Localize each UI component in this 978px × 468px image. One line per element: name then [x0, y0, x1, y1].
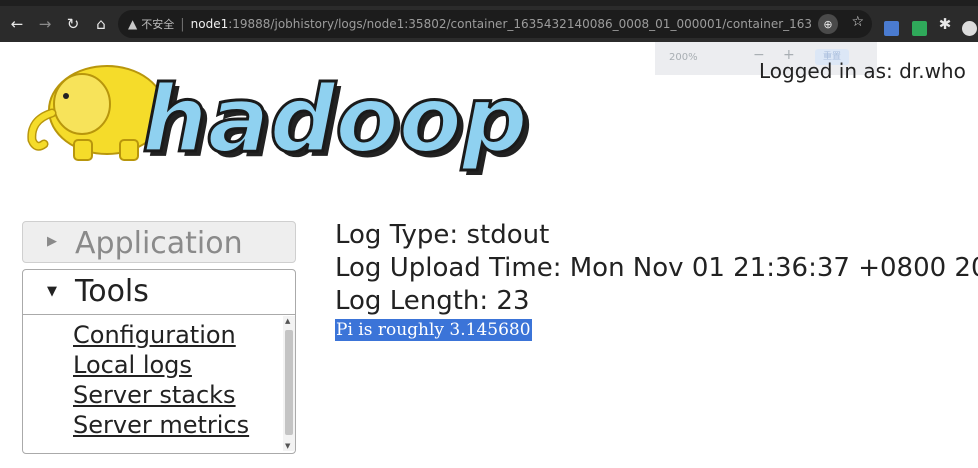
extensions-puzzle-icon[interactable]: ✱	[934, 13, 956, 35]
insecure-label: 不安全	[141, 18, 175, 31]
tools-scrollbar[interactable]: ▲ ▼	[283, 316, 295, 451]
back-arrow-icon[interactable]: ←	[6, 13, 28, 35]
green-extension-icon[interactable]	[912, 21, 927, 36]
tools-link-server-stacks[interactable]: Server stacks	[73, 380, 249, 410]
address-bar[interactable]: ▲ 不安全 | node1:19888/jobhistory/logs/node…	[118, 10, 872, 38]
divider: |	[180, 16, 185, 32]
forward-arrow-icon[interactable]: →	[34, 13, 56, 35]
translate-extension-icon[interactable]	[884, 21, 899, 36]
tools-list: Configuration Local logs Server stacks S…	[73, 320, 249, 440]
scroll-down-arrow-icon[interactable]: ▼	[285, 442, 290, 450]
collapsed-triangle-icon: ▶	[47, 234, 57, 249]
profile-avatar-icon[interactable]	[962, 21, 977, 36]
tools-section: ▼ Tools Configuration Local logs Server …	[22, 269, 296, 454]
url-host: node1	[190, 17, 229, 31]
logo-text: hadoop	[142, 66, 528, 173]
bookmark-star-icon[interactable]: ☆	[851, 14, 864, 30]
zoom-level: 200%	[669, 52, 698, 63]
warning-icon: ▲	[128, 17, 138, 31]
tools-heading[interactable]: Tools	[75, 274, 149, 309]
application-section[interactable]: ▶ Application	[22, 221, 296, 263]
browser-toolbar: ← → ↻ ⌂ ▲ 不安全 | node1:19888/jobhistory/l…	[0, 6, 978, 42]
tools-link-local-logs[interactable]: Local logs	[73, 350, 249, 380]
log-length: Log Length: 23	[335, 286, 530, 316]
tools-link-server-metrics[interactable]: Server metrics	[73, 410, 249, 440]
reload-icon[interactable]: ↻	[62, 13, 84, 35]
home-icon[interactable]: ⌂	[90, 13, 112, 35]
zoom-magnifier-icon[interactable]: ⊕	[818, 14, 838, 34]
scrollbar-thumb[interactable]	[285, 330, 293, 435]
url-path: :19888/jobhistory/logs/node1:35802/conta…	[228, 17, 811, 31]
log-content: Log Type: stdout Log Upload Time: Mon No…	[335, 219, 978, 341]
hadoop-logo: hadoop hadoop	[27, 65, 533, 178]
login-status: Logged in as: dr.who	[759, 59, 966, 83]
log-upload-time: Log Upload Time: Mon Nov 01 21:36:37 +08…	[335, 253, 978, 283]
tools-link-configuration[interactable]: Configuration	[73, 320, 249, 350]
application-heading[interactable]: Application	[75, 226, 243, 261]
log-type: Log Type: stdout	[335, 220, 550, 250]
tools-header[interactable]: ▼ Tools	[23, 270, 295, 315]
url-text[interactable]: node1:19888/jobhistory/logs/node1:35802/…	[191, 17, 811, 31]
scroll-up-arrow-icon[interactable]: ▲	[285, 317, 290, 325]
log-output-selected[interactable]: Pi is roughly 3.145680	[335, 319, 532, 341]
expanded-triangle-icon: ▼	[47, 284, 57, 299]
